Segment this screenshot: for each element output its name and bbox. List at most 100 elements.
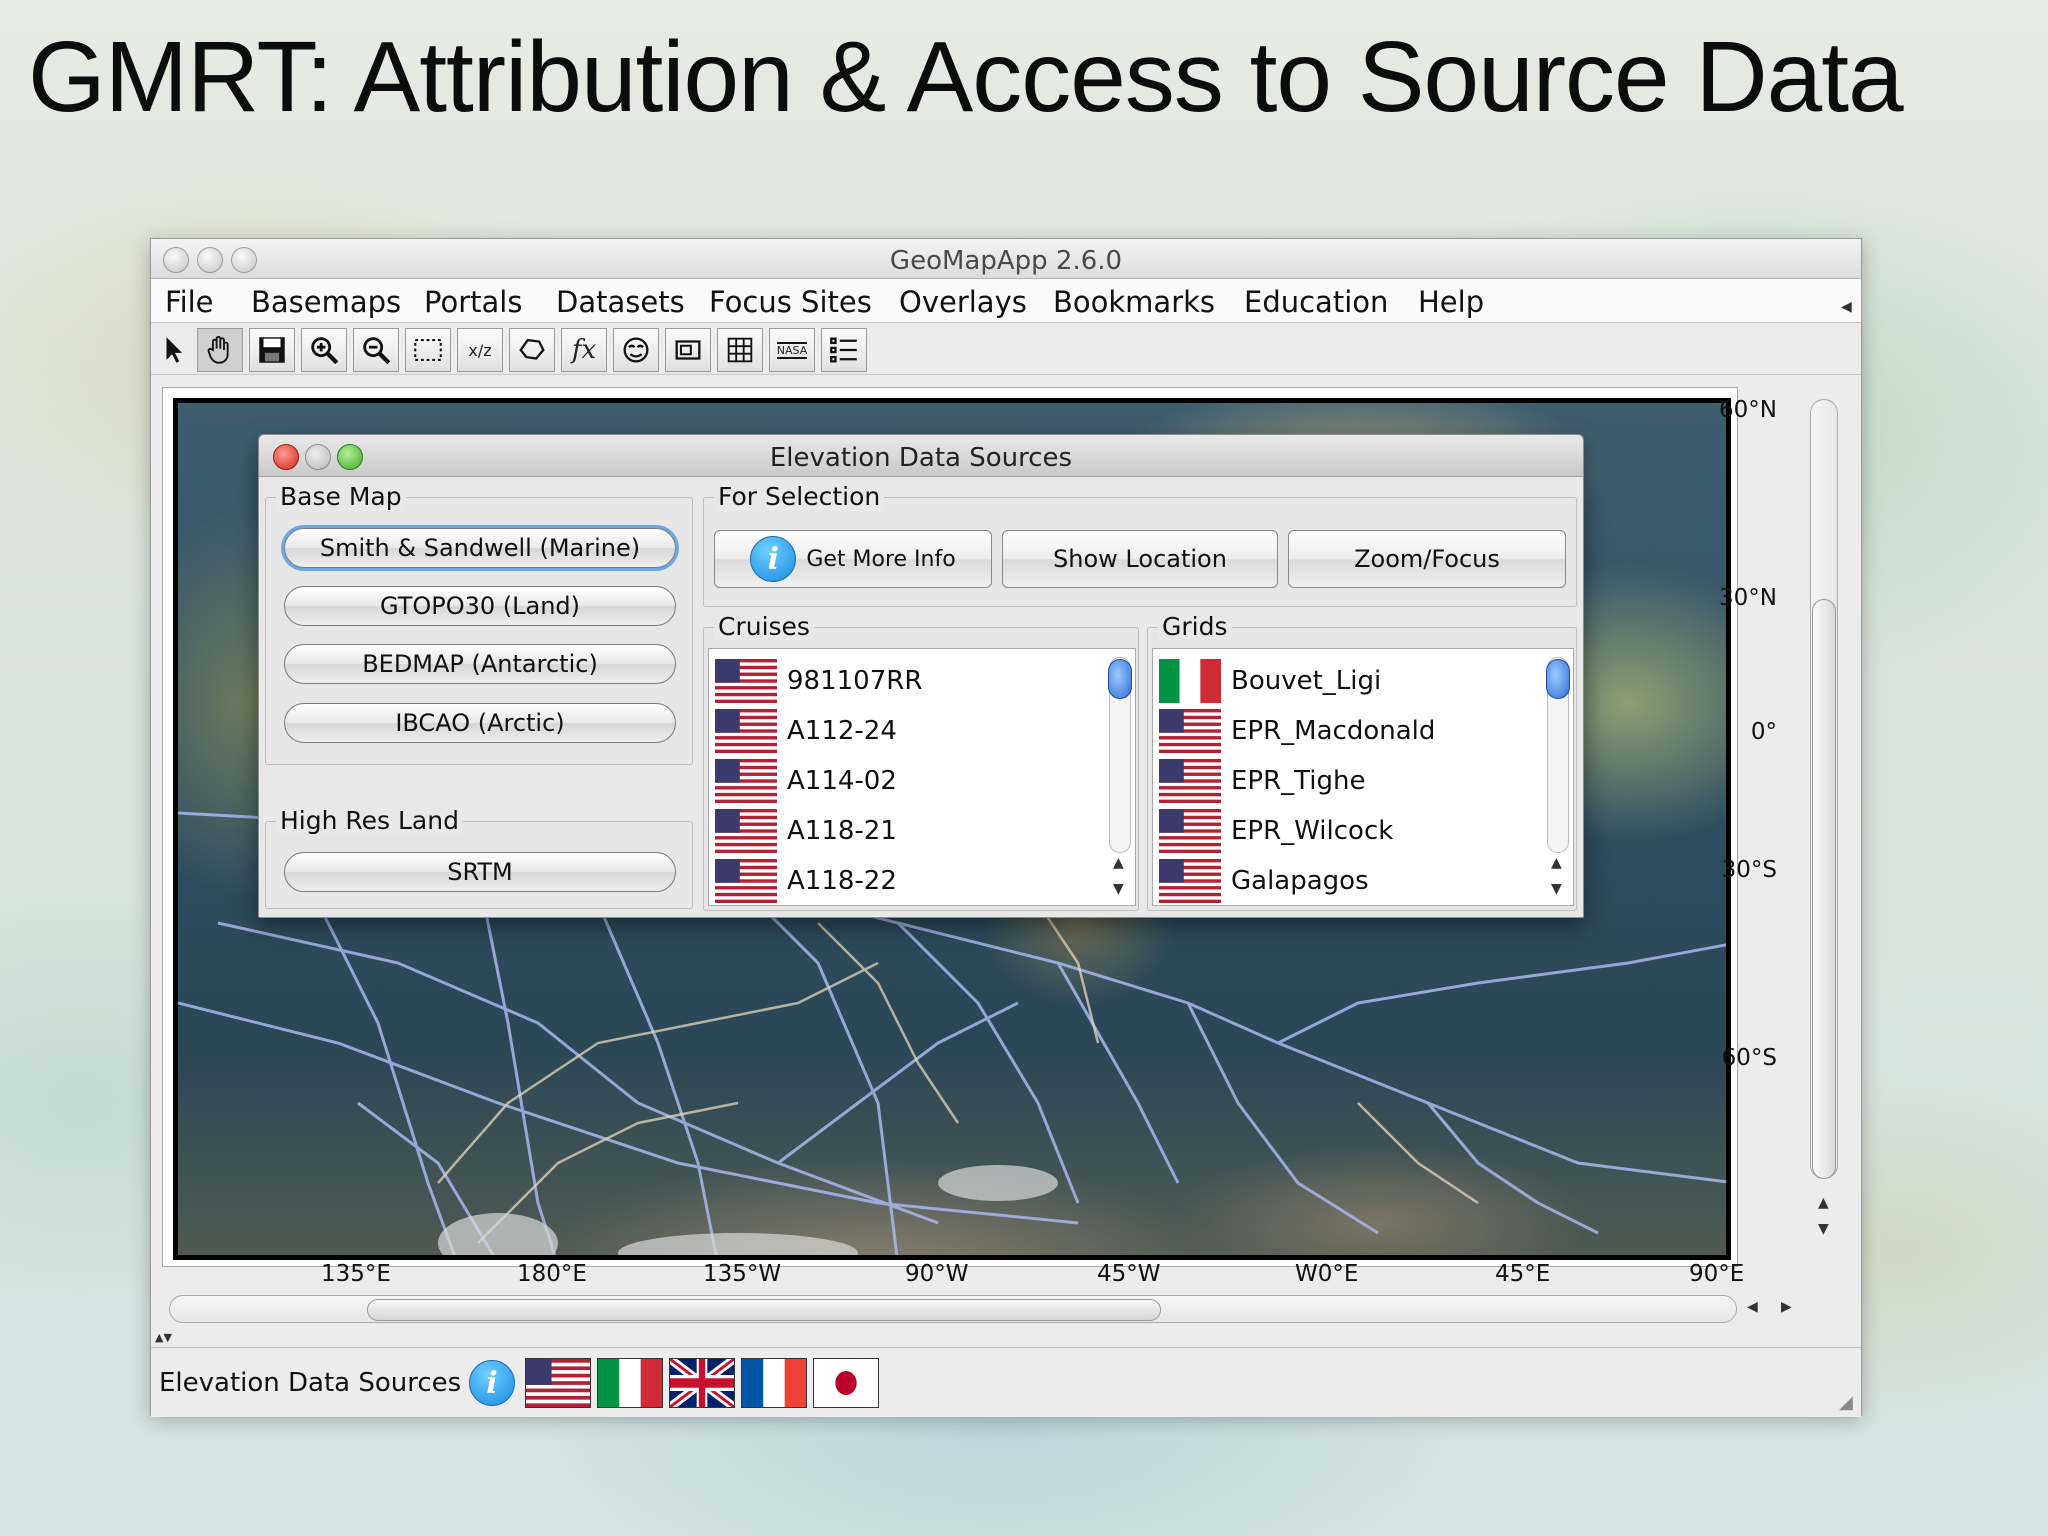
for-selection-group: For Selection i Get More Info Show Locat… bbox=[703, 482, 1577, 607]
panel-collapse-arrow-icon[interactable]: ◀ bbox=[1841, 299, 1852, 315]
cruise-list-item[interactable]: A118-21 bbox=[715, 809, 897, 853]
cruises-scroll-up-icon[interactable]: ▲ bbox=[1113, 855, 1124, 871]
lat-label-60n: 60°N bbox=[1719, 397, 1777, 423]
zoom-out-icon[interactable] bbox=[353, 328, 399, 372]
get-more-info-label: Get More Info bbox=[806, 546, 956, 572]
menu-basemaps[interactable]: Basemaps bbox=[251, 285, 401, 319]
scroll-down-arrow-icon[interactable]: ▼ bbox=[1818, 1221, 1829, 1237]
lat-label-30s: 30°S bbox=[1721, 857, 1777, 883]
fx-label: fx bbox=[571, 335, 597, 365]
menu-portals[interactable]: Portals bbox=[424, 285, 522, 319]
menu-file[interactable]: File bbox=[165, 285, 214, 319]
save-icon[interactable] bbox=[249, 328, 295, 372]
show-location-button[interactable]: Show Location bbox=[1002, 530, 1278, 588]
lon-label-90e: 90°E bbox=[1689, 1261, 1745, 1287]
cruise-list-item[interactable]: A114-02 bbox=[715, 759, 897, 803]
grids-scroll-up-icon[interactable]: ▲ bbox=[1551, 855, 1562, 871]
menu-overlays[interactable]: Overlays bbox=[899, 285, 1027, 319]
japan-flag-icon[interactable] bbox=[813, 1358, 879, 1408]
france-flag-icon[interactable] bbox=[741, 1358, 807, 1408]
grids-scroll-down-icon[interactable]: ▼ bbox=[1551, 881, 1562, 897]
menu-bookmarks[interactable]: Bookmarks bbox=[1053, 285, 1215, 319]
status-info-icon[interactable]: i bbox=[469, 1360, 515, 1406]
pan-hand-icon[interactable] bbox=[197, 328, 243, 372]
base-map-label: Base Map bbox=[276, 482, 406, 511]
us-flag-icon bbox=[715, 709, 777, 753]
cruise-list-item[interactable]: A112-24 bbox=[715, 709, 897, 753]
uk-flag-icon[interactable] bbox=[669, 1358, 735, 1408]
scroll-left-arrow-icon[interactable]: ◀ bbox=[1747, 1299, 1758, 1315]
cruise-item-name: A118-22 bbox=[787, 866, 897, 896]
grids-scroll-thumb[interactable] bbox=[1546, 659, 1570, 699]
info-glyph: i bbox=[767, 541, 780, 577]
grid-list-item[interactable]: EPR_Wilcock bbox=[1159, 809, 1393, 853]
menu-education[interactable]: Education bbox=[1244, 285, 1388, 319]
list-icon[interactable] bbox=[821, 328, 867, 372]
map-horizontal-scroll-thumb[interactable] bbox=[367, 1299, 1161, 1321]
map-vertical-scrollbar[interactable]: ▲ ▼ bbox=[1806, 399, 1842, 1239]
grid-list-item[interactable]: Galapagos bbox=[1159, 859, 1369, 903]
lat-label-30n: 30°N bbox=[1719, 585, 1777, 611]
high-res-land-label: High Res Land bbox=[276, 806, 463, 835]
resize-grip-icon[interactable]: ◢ bbox=[1839, 1392, 1853, 1413]
grid-item-name: EPR_Wilcock bbox=[1231, 816, 1394, 846]
info-icon: i bbox=[750, 536, 797, 582]
lon-label-180e: 180°E bbox=[517, 1261, 587, 1287]
us-flag-icon bbox=[715, 759, 777, 803]
dialog-title: Elevation Data Sources bbox=[769, 443, 1073, 473]
srtm-button[interactable]: SRTM bbox=[284, 852, 676, 892]
zoom-in-icon[interactable] bbox=[301, 328, 347, 372]
cruise-list-item[interactable]: 981107RR bbox=[715, 659, 922, 703]
us-flag-icon bbox=[1159, 759, 1221, 803]
ibcao-button[interactable]: IBCAO (Arctic) bbox=[284, 703, 676, 743]
scroll-right-arrow-icon[interactable]: ▶ bbox=[1781, 1299, 1792, 1315]
grid-list-item[interactable]: Bouvet_Ligi bbox=[1159, 659, 1381, 703]
grids-list-scrollbar[interactable]: ▲ ▼ bbox=[1545, 657, 1571, 901]
cruises-scroll-thumb[interactable] bbox=[1108, 659, 1132, 699]
status-bar: Elevation Data Sources i ◢ bbox=[151, 1347, 1861, 1417]
rectangle-select-icon[interactable] bbox=[405, 328, 451, 372]
menu-datasets[interactable]: Datasets bbox=[556, 285, 685, 319]
lon-label-45w: 45°W bbox=[1097, 1261, 1161, 1287]
vertical-scroll-thumb[interactable] bbox=[1812, 599, 1836, 1179]
dialog-titlebar[interactable]: Elevation Data Sources bbox=[259, 435, 1583, 477]
lon-label-w0e: W0°E bbox=[1295, 1261, 1359, 1287]
lasso-icon[interactable] bbox=[509, 328, 555, 372]
window-titlebar[interactable]: GeoMapApp 2.6.0 bbox=[151, 239, 1861, 279]
grid-list-item[interactable]: EPR_Macdonald bbox=[1159, 709, 1435, 753]
zoom-focus-button[interactable]: Zoom/Focus bbox=[1288, 530, 1566, 588]
us-flag-icon bbox=[1159, 859, 1221, 903]
xyz-profile-icon[interactable]: x/z bbox=[457, 328, 503, 372]
grids-label: Grids bbox=[1158, 612, 1232, 641]
smith-sandwell-button[interactable]: Smith & Sandwell (Marine) bbox=[284, 528, 676, 568]
bedmap-button[interactable]: BEDMAP (Antarctic) bbox=[284, 644, 676, 684]
us-flag-icon bbox=[1159, 809, 1221, 853]
lon-label-90w: 90°W bbox=[905, 1261, 969, 1287]
menu-help[interactable]: Help bbox=[1418, 285, 1484, 319]
us-flag-icon[interactable] bbox=[525, 1358, 591, 1408]
frame-icon[interactable] bbox=[665, 328, 711, 372]
select-icon[interactable] bbox=[155, 328, 195, 372]
grid-item-name: EPR_Macdonald bbox=[1231, 716, 1436, 746]
elevation-data-sources-dialog: Elevation Data Sources Base Map Smith & … bbox=[258, 434, 1584, 918]
menu-focus-sites[interactable]: Focus Sites bbox=[709, 285, 872, 319]
splitter-arrows-icon[interactable]: ▲▼ bbox=[155, 1331, 172, 1344]
gtopo30-button[interactable]: GTOPO30 (Land) bbox=[284, 586, 676, 626]
function-fx-icon[interactable]: fx bbox=[561, 328, 607, 372]
grids-list[interactable]: Bouvet_Ligi EPR_Macdonald EPR_Tighe EPR_Wil… bbox=[1152, 648, 1574, 906]
scroll-up-arrow-icon[interactable]: ▲ bbox=[1818, 1195, 1829, 1211]
italy-flag-icon[interactable] bbox=[597, 1358, 663, 1408]
cruise-item-name: A118-21 bbox=[787, 816, 897, 846]
cruises-list-scrollbar[interactable]: ▲ ▼ bbox=[1107, 657, 1133, 901]
cruises-scroll-down-icon[interactable]: ▼ bbox=[1113, 881, 1124, 897]
nasa-grid-icon[interactable]: NASA bbox=[769, 328, 815, 372]
cruise-item-name: A114-02 bbox=[787, 766, 897, 796]
cruise-item-name: A112-24 bbox=[787, 716, 897, 746]
cruises-list[interactable]: 981107RR A112-24 A114-02 A118-21 A118-22 ▲ ▼ bbox=[708, 648, 1136, 906]
lon-label-45e: 45°E bbox=[1495, 1261, 1551, 1287]
mask-icon[interactable] bbox=[613, 328, 659, 372]
get-more-info-button[interactable]: i Get More Info bbox=[714, 530, 992, 588]
grid-icon[interactable] bbox=[717, 328, 763, 372]
grid-list-item[interactable]: EPR_Tighe bbox=[1159, 759, 1365, 803]
cruise-list-item[interactable]: A118-22 bbox=[715, 859, 897, 903]
